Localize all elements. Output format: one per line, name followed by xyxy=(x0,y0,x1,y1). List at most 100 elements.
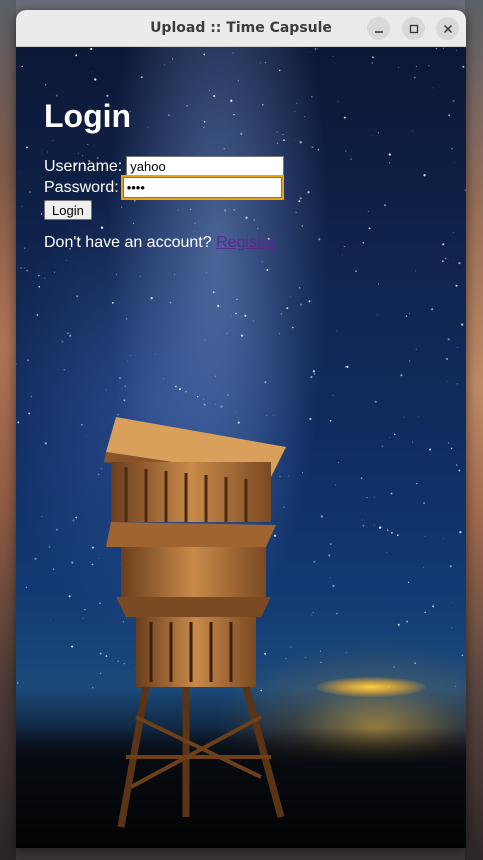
star xyxy=(123,399,126,402)
star xyxy=(443,538,444,539)
star xyxy=(91,70,93,72)
star xyxy=(266,268,269,271)
star xyxy=(169,301,172,304)
star xyxy=(374,400,377,403)
star xyxy=(230,316,232,317)
star xyxy=(424,536,426,538)
star xyxy=(25,586,27,588)
username-label: Username: xyxy=(44,157,123,175)
star xyxy=(118,376,122,380)
star xyxy=(461,323,464,326)
star xyxy=(273,414,274,416)
star xyxy=(30,395,33,398)
minimize-button[interactable] xyxy=(367,17,390,40)
register-link[interactable]: Register xyxy=(216,234,276,251)
star xyxy=(453,260,454,261)
star xyxy=(244,314,247,317)
star xyxy=(309,417,312,421)
star xyxy=(220,405,223,408)
star xyxy=(451,602,453,603)
star xyxy=(332,584,335,588)
star xyxy=(378,283,379,285)
star xyxy=(28,190,32,194)
star xyxy=(175,385,177,388)
star xyxy=(451,147,453,150)
star xyxy=(390,531,393,534)
star xyxy=(413,76,416,79)
star xyxy=(455,284,458,287)
star xyxy=(386,529,389,531)
close-button[interactable] xyxy=(436,17,459,40)
star xyxy=(446,357,449,361)
star xyxy=(461,654,464,656)
star xyxy=(127,360,128,362)
star xyxy=(415,348,417,350)
star xyxy=(338,461,340,464)
close-icon xyxy=(443,24,452,33)
star xyxy=(206,272,207,274)
star xyxy=(278,69,281,72)
star xyxy=(173,274,175,275)
star xyxy=(111,301,114,304)
star xyxy=(48,546,51,548)
login-button[interactable]: Login xyxy=(44,200,92,220)
star xyxy=(355,270,357,272)
star xyxy=(450,447,453,450)
star xyxy=(227,394,230,397)
maximize-icon xyxy=(409,24,418,33)
star xyxy=(308,300,311,303)
star xyxy=(360,477,363,479)
star xyxy=(94,78,97,81)
star xyxy=(21,65,23,68)
star xyxy=(16,682,19,684)
maximize-button[interactable] xyxy=(402,17,425,40)
star xyxy=(117,413,119,416)
star xyxy=(105,389,107,391)
star xyxy=(424,611,426,614)
star xyxy=(90,47,93,50)
star xyxy=(76,295,79,298)
username-row: Username: xyxy=(44,156,444,177)
star xyxy=(336,613,338,615)
password-input[interactable] xyxy=(120,175,284,200)
star xyxy=(329,419,332,422)
star xyxy=(345,366,347,368)
star xyxy=(330,543,332,545)
star xyxy=(447,338,450,341)
password-row: Password: xyxy=(44,175,444,200)
star xyxy=(290,296,291,298)
star xyxy=(26,146,28,149)
star xyxy=(449,565,452,568)
star xyxy=(28,412,31,415)
star xyxy=(442,47,445,49)
star xyxy=(24,267,26,269)
login-form: Login Username: Password: Login Don't ha… xyxy=(44,100,444,252)
star xyxy=(329,577,331,579)
star xyxy=(415,65,417,67)
star xyxy=(232,52,234,54)
window-title: Upload :: Time Capsule xyxy=(150,20,332,36)
username-input[interactable] xyxy=(126,156,285,177)
star xyxy=(314,48,317,50)
signup-prompt-text: Don't have an account? xyxy=(44,234,217,251)
star xyxy=(213,291,215,293)
star xyxy=(261,261,263,263)
star xyxy=(292,326,294,329)
title-bar[interactable]: Upload :: Time Capsule xyxy=(16,10,466,47)
star xyxy=(435,47,437,50)
star xyxy=(416,483,418,485)
star xyxy=(458,469,461,472)
star xyxy=(457,346,458,348)
star xyxy=(445,257,447,259)
star xyxy=(41,516,43,517)
star xyxy=(390,492,393,495)
star xyxy=(185,390,187,393)
star xyxy=(240,334,244,337)
star xyxy=(453,232,454,234)
star xyxy=(55,94,58,97)
wooden-watchtower-image xyxy=(104,417,286,828)
star xyxy=(26,269,28,272)
star xyxy=(402,570,404,572)
star xyxy=(299,287,301,289)
star xyxy=(459,530,462,534)
